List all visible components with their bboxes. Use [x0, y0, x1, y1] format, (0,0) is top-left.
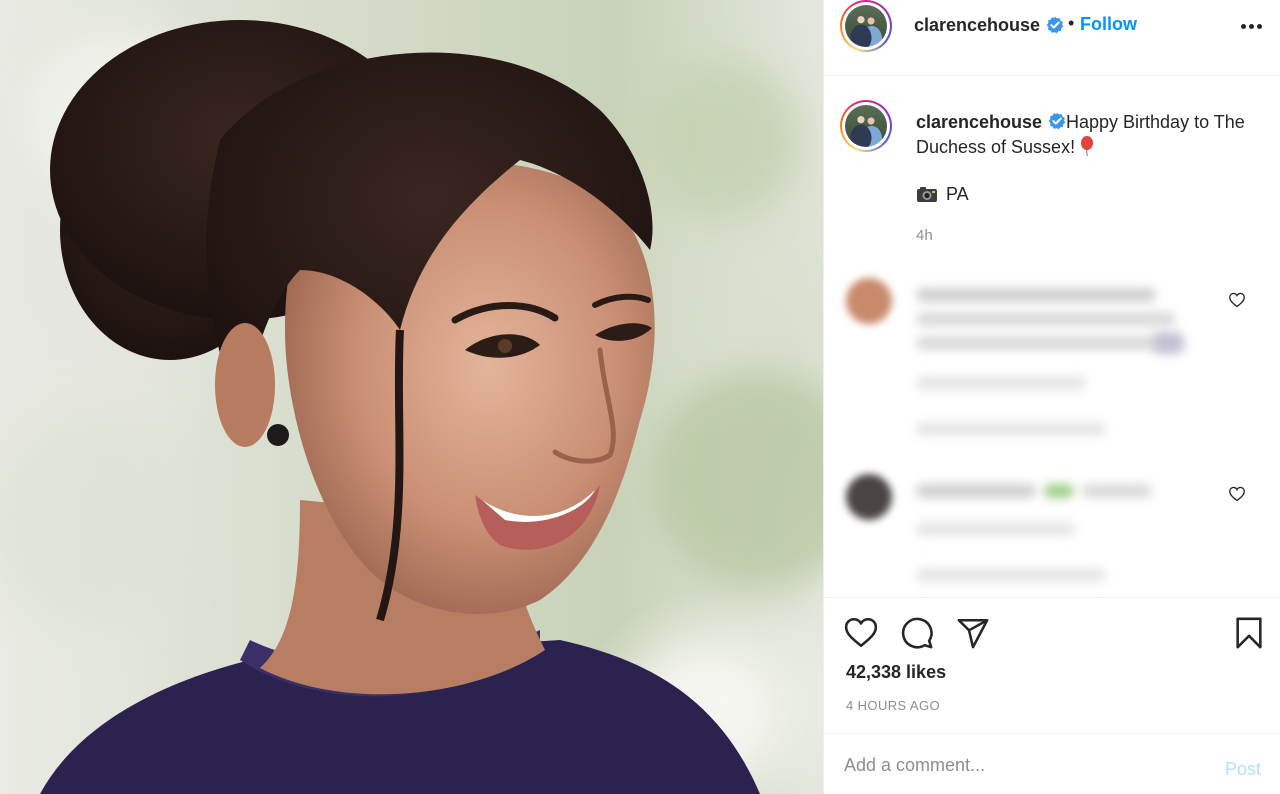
comment-item: [824, 468, 1280, 596]
earring: [267, 424, 289, 446]
caption-area: clarencehouse Happy Birthday to The Duch…: [824, 76, 1280, 596]
comment-like-heart-icon[interactable]: [1228, 486, 1246, 502]
camera-emoji-icon: [917, 187, 937, 202]
post-comment-button[interactable]: Post: [1225, 759, 1261, 780]
post-photo[interactable]: [0, 0, 823, 794]
add-comment-bar: Post: [824, 733, 1280, 794]
portrait-illustration: [0, 20, 823, 794]
commenter-avatar: [846, 474, 892, 520]
verified-badge-icon: [1046, 16, 1064, 34]
heart-icon[interactable]: [844, 616, 878, 650]
bookmark-icon[interactable]: [1232, 616, 1266, 650]
caption-author-avatar[interactable]: [840, 100, 892, 152]
action-bar: 42,338 likes 4 HOURS AGO: [824, 597, 1280, 733]
author-username[interactable]: clarencehouse: [914, 15, 1040, 36]
separator-dot: •: [1068, 13, 1075, 33]
comment-like-heart-icon[interactable]: [1228, 292, 1246, 308]
author-avatar[interactable]: [840, 0, 892, 52]
share-icon[interactable]: [956, 616, 990, 650]
photo-credit: PA: [916, 184, 969, 205]
post-timestamp: 4 HOURS AGO: [846, 698, 940, 713]
balloon-emoji-icon: [1081, 136, 1094, 156]
comment-item: [824, 272, 1280, 436]
photo-credit-text: PA: [946, 184, 969, 204]
commenter-avatar: [846, 278, 892, 324]
more-options-icon[interactable]: [1241, 22, 1263, 32]
post-header: clarencehouse • Follow: [824, 0, 1280, 76]
comment-icon[interactable]: [900, 616, 934, 650]
caption-time: 4h: [916, 227, 933, 244]
post-side-panel: clarencehouse • Follow clarencehouse Hap…: [823, 0, 1280, 794]
comment-input[interactable]: [844, 750, 1204, 780]
follow-button[interactable]: Follow: [1080, 14, 1137, 35]
likes-count[interactable]: 42,338 likes: [846, 662, 946, 683]
caption-text: Happy Birthday to The Duchess of Sussex!: [916, 110, 1246, 160]
